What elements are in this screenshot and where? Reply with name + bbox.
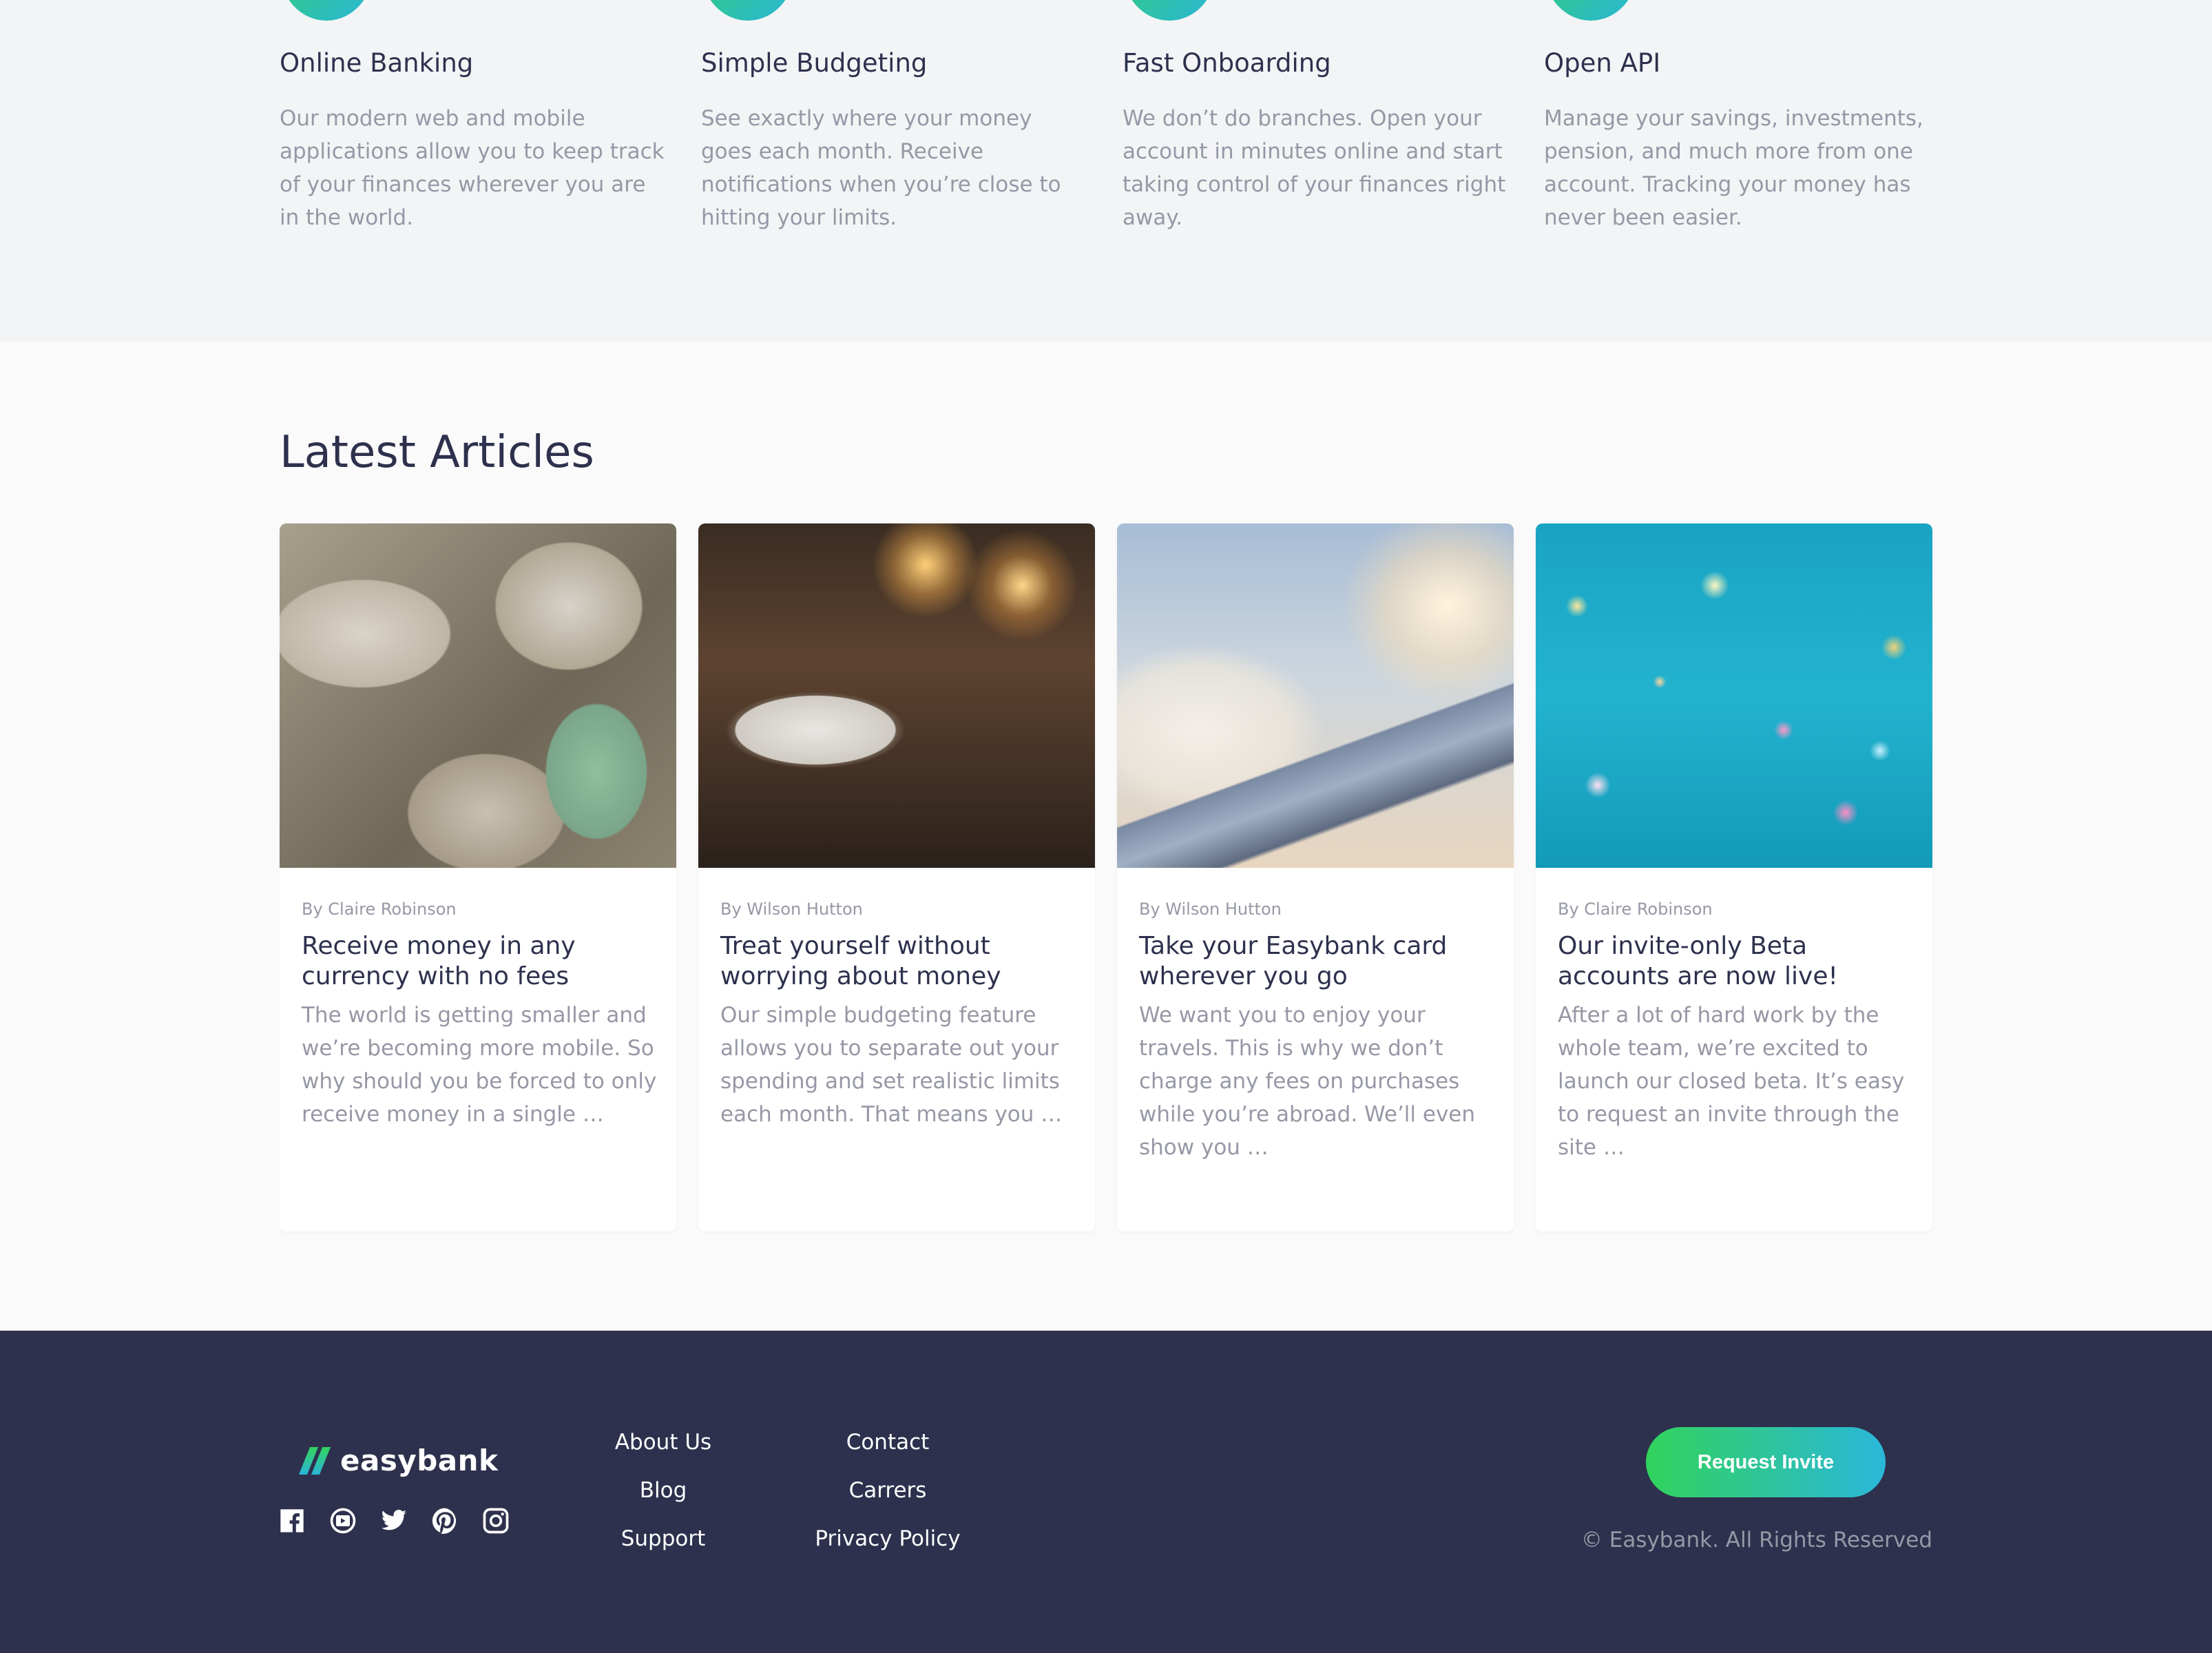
feature-title: Open API [1544, 48, 1661, 78]
article-excerpt: Our simple budgeting feature allows you … [720, 1003, 1063, 1127]
article-card[interactable]: By Wilson Hutton Take your Easybank card… [1117, 523, 1514, 1231]
article-excerpt: The world is getting smaller and we’re b… [302, 1003, 657, 1127]
logo-mark-icon [298, 1446, 331, 1475]
footer-logo[interactable]: easybank [298, 1444, 498, 1477]
features-section: Online Banking Our modern web and mobile… [0, 0, 2212, 342]
feature-description: We don’t do branches. Open your account … [1123, 106, 1506, 230]
instagram-icon[interactable] [482, 1507, 510, 1535]
feature-title: Simple Budgeting [701, 48, 928, 78]
onboarding-icon [1123, 0, 1216, 21]
copyright-text: © Easybank. All Rights Reserved [1580, 1528, 1932, 1552]
request-invite-button[interactable]: Request Invite [1646, 1427, 1886, 1497]
article-card[interactable]: By Claire Robinson Receive money in any … [280, 523, 676, 1231]
article-card[interactable]: By Claire Robinson Our invite-only Beta … [1536, 523, 1932, 1231]
articles-section: Latest Articles By Claire Robinson Recei… [0, 342, 2212, 1331]
twitter-icon[interactable] [380, 1507, 408, 1535]
article-title-link[interactable]: Receive money in any currency with no fe… [302, 931, 660, 992]
article-image-confetti[interactable] [1536, 523, 1932, 868]
article-card[interactable]: By Wilson Hutton Treat yourself without … [698, 523, 1095, 1231]
footer-link-support[interactable]: Support [621, 1526, 706, 1551]
feature-description: Our modern web and mobile applications a… [280, 106, 665, 230]
article-image-plane[interactable] [1117, 523, 1514, 868]
article-title-link[interactable]: Take your Easybank card wherever you go [1139, 931, 1497, 992]
facebook-icon[interactable] [278, 1507, 306, 1535]
article-author: By Claire Robinson [1558, 900, 1713, 919]
article-title-link[interactable]: Our invite-only Beta accounts are now li… [1558, 931, 1916, 992]
article-author: By Claire Robinson [302, 900, 457, 919]
article-author: By Wilson Hutton [720, 900, 863, 919]
footer-link-contact[interactable]: Contact [846, 1430, 930, 1455]
youtube-icon[interactable] [329, 1507, 357, 1535]
online-banking-icon [280, 0, 373, 21]
footer-link-about-us[interactable]: About Us [615, 1430, 711, 1455]
footer-link-privacy-policy[interactable]: Privacy Policy [815, 1526, 960, 1551]
api-icon [1544, 0, 1638, 21]
footer-link-blog[interactable]: Blog [640, 1478, 687, 1503]
feature-title: Fast Onboarding [1123, 48, 1331, 78]
feature-title: Online Banking [280, 48, 474, 78]
social-links [278, 1507, 510, 1535]
feature-description: Manage your savings, investments, pensio… [1544, 106, 1923, 230]
article-excerpt: We want you to enjoy your travels. This … [1139, 1003, 1476, 1160]
logo-wordmark: easybank [340, 1444, 499, 1477]
article-author: By Wilson Hutton [1139, 900, 1282, 919]
pinterest-icon[interactable] [431, 1507, 459, 1535]
article-image-restaurant[interactable] [698, 523, 1095, 868]
footer-link-careers[interactable]: Carrers [849, 1478, 927, 1503]
article-image-currency[interactable] [280, 523, 676, 868]
article-title-link[interactable]: Treat yourself without worrying about mo… [720, 931, 1078, 992]
article-excerpt: After a lot of hard work by the whole te… [1558, 1003, 1905, 1160]
feature-description: See exactly where your money goes each m… [701, 106, 1061, 230]
budgeting-icon [701, 0, 795, 21]
section-title: Latest Articles [280, 427, 594, 478]
site-footer: easybank About Us Blog Support Contact C… [0, 1331, 2212, 1653]
